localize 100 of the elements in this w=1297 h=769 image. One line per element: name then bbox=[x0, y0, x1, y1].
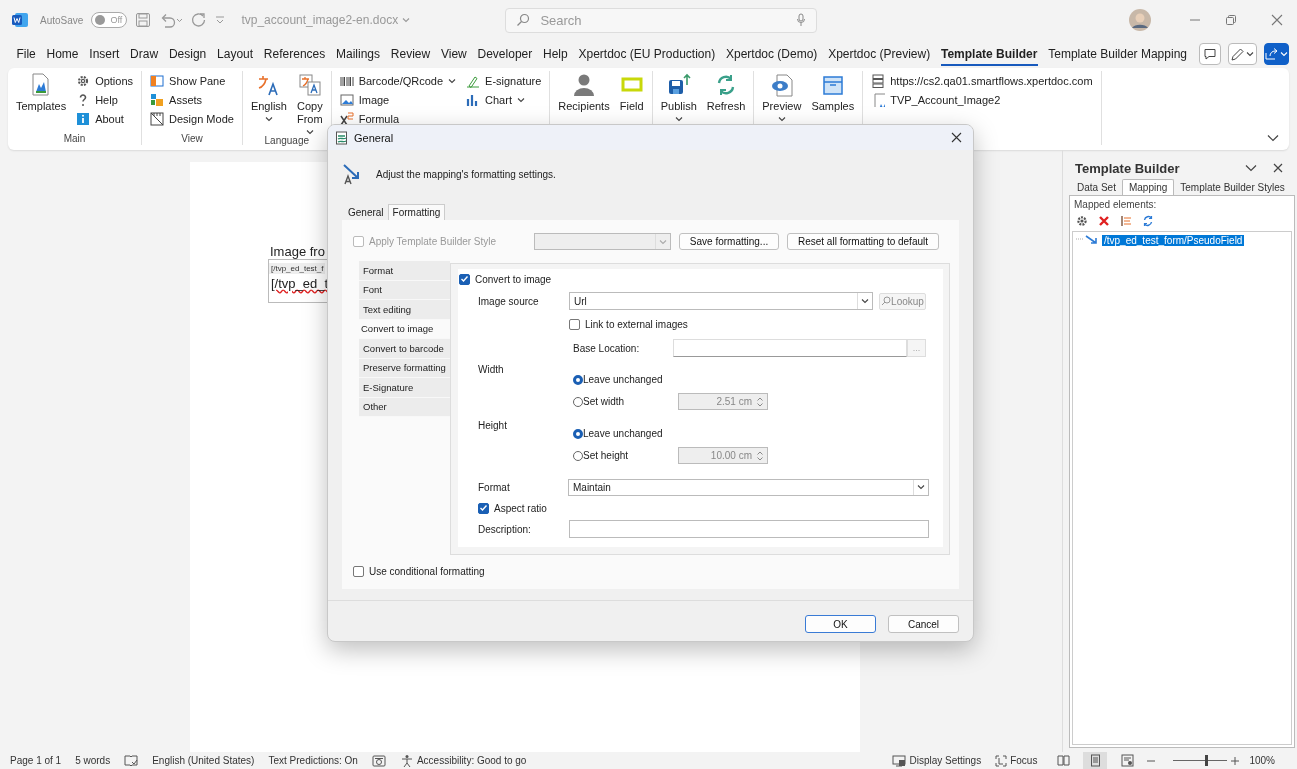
ribbon-button[interactable]: Assets bbox=[148, 90, 205, 109]
display-settings-button[interactable]: Display Settings bbox=[892, 754, 982, 767]
accessibility-status[interactable]: Accessibility: Good to go bbox=[399, 753, 527, 768]
dialog-button[interactable]: OK bbox=[805, 615, 876, 633]
status-text[interactable]: English (United States) bbox=[152, 755, 255, 766]
ribbon-tab[interactable]: Template Builder bbox=[935, 42, 1043, 66]
zoom-slider-thumb[interactable] bbox=[1204, 755, 1208, 766]
refresh-icon[interactable] bbox=[1142, 215, 1154, 227]
checkbox[interactable] bbox=[569, 319, 580, 330]
ribbon-tab[interactable]: Developer bbox=[472, 42, 538, 66]
avatar-icon[interactable] bbox=[1129, 9, 1151, 31]
focus-button[interactable]: Focus bbox=[995, 754, 1038, 767]
dialog-button[interactable]: Reset all formatting to default bbox=[787, 233, 939, 250]
close-icon[interactable] bbox=[1273, 163, 1283, 173]
ribbon-button[interactable]: Options bbox=[74, 71, 136, 90]
ribbon-button[interactable]: Help bbox=[74, 90, 120, 109]
tree-item[interactable]: /tvp_ed_test_form/PseudoField bbox=[1102, 234, 1245, 246]
zoom-level[interactable]: 100% bbox=[1249, 755, 1275, 766]
ribbon-tab[interactable]: Template Builder Mapping bbox=[1042, 42, 1193, 66]
share-button[interactable] bbox=[1263, 43, 1289, 65]
ribbon-button[interactable]: Chart bbox=[464, 90, 527, 109]
ribbon-button[interactable]: Preview bbox=[760, 71, 804, 122]
ribbon-tab[interactable]: View bbox=[435, 42, 473, 66]
checkbox[interactable] bbox=[478, 502, 489, 514]
description-field[interactable] bbox=[569, 520, 929, 538]
ribbon-button[interactable]: About bbox=[74, 109, 126, 128]
ribbon-tab[interactable]: Xpertdoc (Demo) bbox=[720, 42, 823, 66]
side-tab[interactable]: Format bbox=[359, 261, 450, 281]
search-bar[interactable]: Search bbox=[505, 7, 818, 33]
ribbon-tab[interactable]: Help bbox=[537, 42, 574, 66]
ribbon-button[interactable]: Formula bbox=[337, 109, 401, 128]
dialog-button[interactable]: Save formatting... bbox=[679, 233, 779, 250]
ribbon-button[interactable]: Image bbox=[337, 90, 392, 109]
collapse-ribbon-icon[interactable] bbox=[1267, 134, 1279, 142]
ribbon-tab[interactable]: Design bbox=[163, 42, 212, 66]
dialog-tab[interactable]: Formatting bbox=[387, 204, 446, 220]
ribbon-tab[interactable]: Xpertdoc (Preview) bbox=[822, 42, 936, 66]
base-location-field[interactable] bbox=[673, 339, 907, 357]
radio-button[interactable] bbox=[573, 396, 583, 407]
side-tab[interactable]: Other bbox=[359, 397, 450, 417]
ribbon-tab[interactable]: Layout bbox=[211, 42, 259, 66]
caret-icon bbox=[1246, 51, 1254, 57]
radio-button[interactable] bbox=[573, 450, 583, 461]
side-tab[interactable]: Text editing bbox=[359, 300, 450, 320]
ribbon-button[interactable]: Copy From bbox=[294, 71, 325, 135]
side-tab[interactable]: Font bbox=[359, 280, 450, 300]
ribbon-button[interactable]: Recipients bbox=[556, 71, 612, 113]
ribbon-button[interactable]: https://cs2.qa01.smartflows.xpertdoc.com bbox=[869, 71, 1095, 90]
side-tab[interactable]: Preserve formatting bbox=[359, 358, 450, 378]
list-icon[interactable] bbox=[1120, 215, 1132, 227]
redo-icon[interactable] bbox=[191, 12, 208, 28]
radio-button[interactable] bbox=[573, 374, 583, 385]
ribbon-tab[interactable]: Review bbox=[385, 42, 436, 66]
ribbon-button[interactable]: Templates bbox=[14, 71, 69, 113]
dialog-tab[interactable]: General bbox=[344, 205, 388, 220]
editing-button[interactable] bbox=[1228, 43, 1257, 65]
status-text[interactable]: Text Predictions: On bbox=[268, 755, 358, 766]
gear-icon[interactable] bbox=[1076, 215, 1088, 227]
ribbon-button[interactable]: TVP_Account_Image2 bbox=[869, 90, 1003, 109]
ribbon-button[interactable]: Samples bbox=[809, 71, 857, 113]
ribbon-button[interactable]: Design Mode bbox=[148, 109, 236, 128]
ribbon-button[interactable]: Show Pane bbox=[148, 71, 228, 90]
side-tab[interactable]: E-Signature bbox=[359, 378, 450, 398]
checkbox[interactable] bbox=[459, 273, 470, 285]
ribbon-button[interactable]: Field bbox=[617, 71, 646, 113]
checkbox[interactable] bbox=[353, 566, 364, 577]
restore-icon[interactable] bbox=[1225, 14, 1237, 26]
search-field[interactable]: Search bbox=[538, 11, 789, 29]
chevron-down-icon[interactable] bbox=[1245, 164, 1257, 172]
pane-tab[interactable]: Data Set bbox=[1071, 180, 1122, 195]
ribbon-button[interactable]: Barcode/QRcode bbox=[337, 71, 459, 90]
format-dropdown[interactable]: Maintain bbox=[568, 478, 929, 496]
save-icon[interactable] bbox=[135, 12, 152, 28]
ribbon-button[interactable]: Publish bbox=[658, 71, 699, 122]
radio-button[interactable] bbox=[573, 428, 583, 439]
ribbon-tab[interactable]: Xpertdoc (EU Production) bbox=[573, 42, 721, 66]
close-icon[interactable] bbox=[951, 132, 962, 143]
ribbon-button[interactable]: E-signature bbox=[464, 71, 544, 90]
ribbon-tab[interactable]: File bbox=[11, 42, 42, 66]
ribbon-tab[interactable]: Mailings bbox=[330, 42, 386, 66]
delete-icon[interactable] bbox=[1098, 215, 1110, 227]
image-source-dropdown[interactable]: Url bbox=[569, 292, 873, 310]
ribbon-tab[interactable]: References bbox=[258, 42, 331, 66]
undo-icon[interactable] bbox=[159, 12, 184, 28]
pane-tab[interactable]: Template Builder Styles bbox=[1174, 180, 1291, 195]
zoom-in-icon[interactable] bbox=[1231, 756, 1240, 765]
view-button[interactable] bbox=[1083, 752, 1108, 769]
dialog-button[interactable]: Cancel bbox=[888, 615, 959, 633]
side-tab[interactable]: Convert to barcode bbox=[359, 339, 450, 359]
comments-button[interactable] bbox=[1199, 43, 1222, 65]
microphone-icon[interactable] bbox=[796, 13, 807, 27]
predict-icon[interactable] bbox=[371, 753, 386, 768]
ribbon-tab[interactable]: Draw bbox=[124, 42, 164, 66]
ribbon-button[interactable]: English bbox=[248, 71, 289, 122]
ribbon-tab[interactable]: Insert bbox=[83, 42, 125, 66]
ribbon-button[interactable]: Refresh bbox=[704, 71, 748, 113]
customize-icon[interactable] bbox=[215, 15, 226, 25]
ribbon-tab[interactable]: Home bbox=[41, 42, 84, 66]
book-check-icon[interactable] bbox=[124, 753, 139, 768]
pane-tab[interactable]: Mapping bbox=[1121, 179, 1175, 195]
